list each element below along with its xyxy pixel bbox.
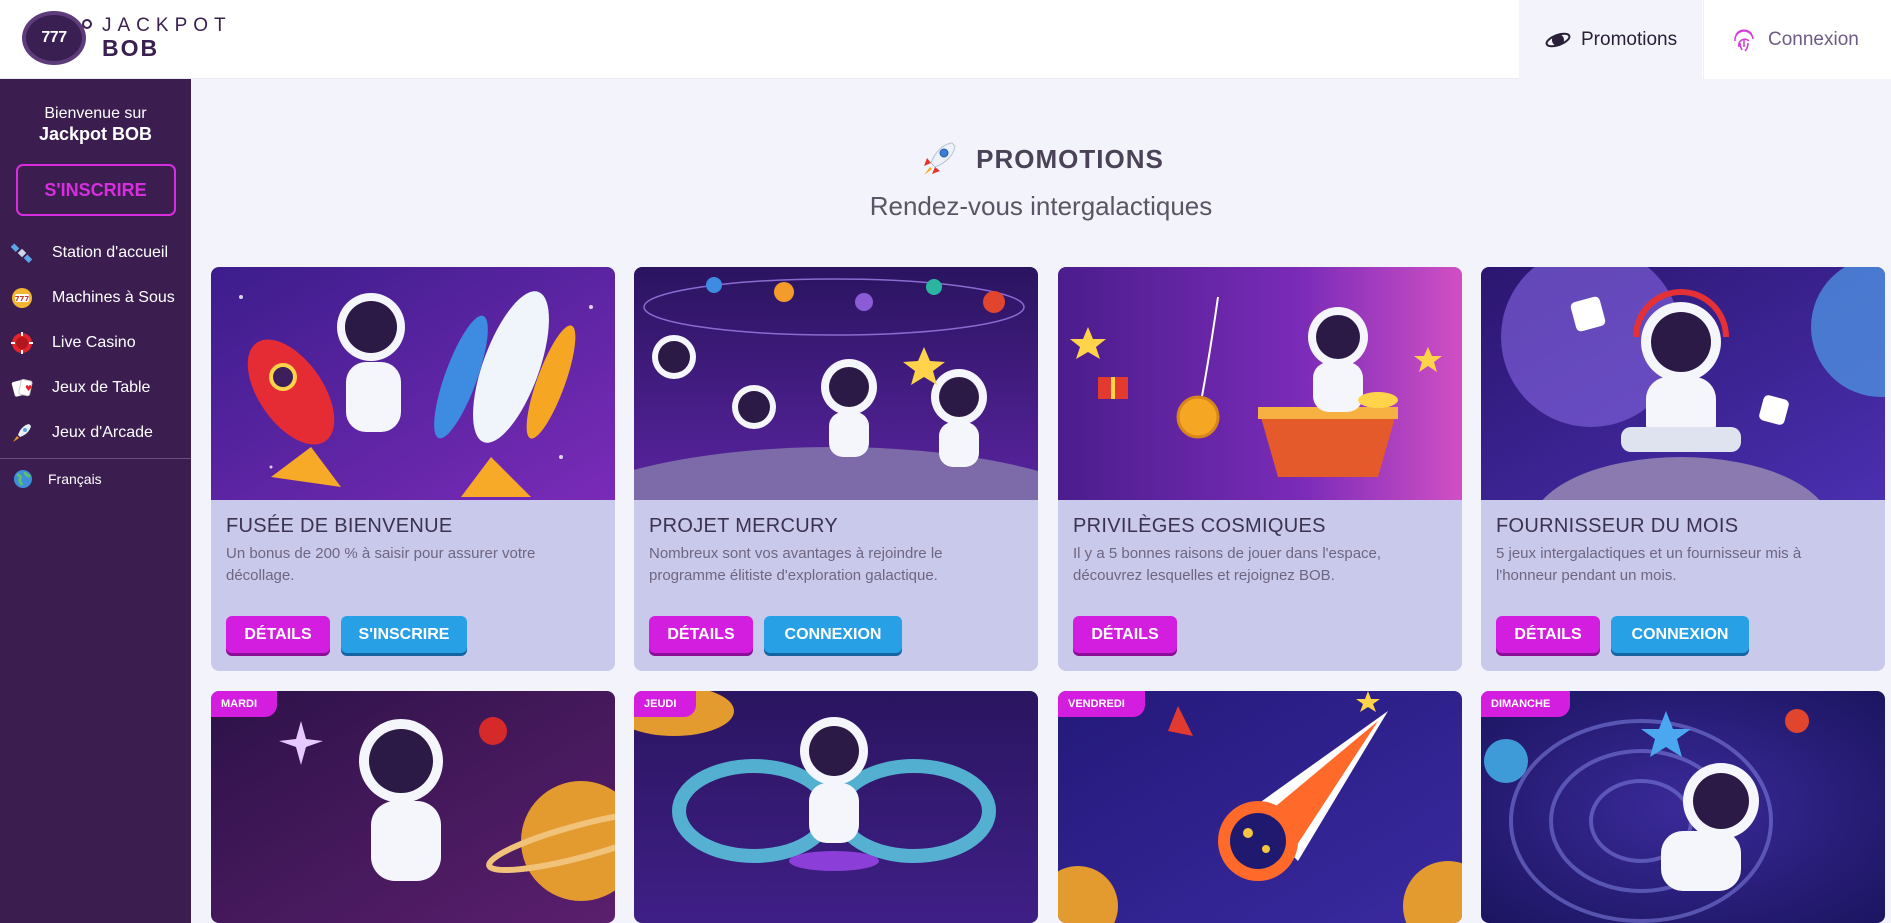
slot-machine-icon: 777 [10,286,34,310]
logo-badge-text: 777 [41,29,67,46]
promo-title: PRIVILÈGES COSMIQUES [1073,515,1326,537]
nav-login-label: Connexion [1768,28,1859,50]
language-selector[interactable]: Français [0,459,191,499]
page-title-text: PROMOTIONS [976,143,1164,174]
logo-bottom-text: BOB [102,35,160,61]
welcome-block: Bienvenue sur Jackpot BOB [0,79,191,144]
sidebar-item-slots[interactable]: 777 Machines à Sous [0,275,191,320]
promo-image-provider-of-month [1481,267,1885,500]
promo-card-thursday[interactable]: JEUDI [634,691,1038,923]
login-button[interactable]: CONNEXION [764,616,902,653]
login-button[interactable]: CONNEXION [1611,616,1749,653]
promo-image-project-mercury [634,267,1038,500]
nav-promotions-button[interactable]: Promotions [1519,0,1702,79]
sidebar-item-table-games[interactable]: ♥ Jeux de Table [0,365,191,410]
svg-text:777: 777 [15,295,30,303]
promo-image-sunday [1481,691,1885,923]
day-badge: VENDREDI [1058,691,1145,717]
logo-top-text: JACKPOT [102,15,232,36]
promo-title: FOURNISSEUR DU MOIS [1496,515,1739,537]
page-subtitle: Rendez-vous intergalactiques [869,191,1213,221]
globe-icon [12,468,34,490]
jackpot-bob-logo[interactable]: 777 JACKPOT BOB [22,10,232,66]
sidebar-item-station[interactable]: Station d'accueil [0,230,191,275]
promo-card-sunday[interactable]: DIMANCHE [1481,691,1885,923]
satellite-icon [10,241,34,265]
nav-login-button[interactable]: Connexion [1703,0,1891,79]
casino-chip-icon [10,331,34,355]
language-label: Français [48,471,102,487]
sidebar-item-label: Jeux de Table [52,378,151,396]
promo-card-provider-of-month: FOURNISSEUR DU MOIS 5 jeux intergalactiq… [1481,267,1885,671]
sidebar-item-label: Live Casino [52,333,136,351]
details-button[interactable]: DÉTAILS [1496,616,1600,653]
rocket-icon [10,421,34,445]
logo-wordmark: JACKPOT BOB [102,16,232,60]
promo-card-tuesday[interactable]: MARDI [211,691,615,923]
promo-image-tuesday [211,691,615,923]
day-badge: DIMANCHE [1481,691,1571,717]
welcome-line: Bienvenue sur [44,105,147,122]
sidebar-item-label: Station d'accueil [52,243,169,261]
sidebar-menu: Station d'accueil 777 Machines à Sous Li… [0,230,191,459]
promotions-header: PROMOTIONS Rendez-vous intergalactiques [191,79,1891,267]
promo-card-welcome-rocket: FUSÉE DE BIENVENUE Un bonus de 200 % à s… [211,267,615,671]
details-button[interactable]: DÉTAILS [226,616,330,653]
details-button[interactable]: DÉTAILS [1073,616,1177,653]
sidebar-item-arcade[interactable]: Jeux d'Arcade [0,410,191,455]
top-header: 777 JACKPOT BOB Promotions Connexion [0,0,1891,79]
fingerprint-icon [1730,26,1758,54]
day-badge: JEUDI [634,691,697,717]
welcome-brand: Jackpot BOB [38,124,153,144]
promo-card-friday[interactable]: VENDREDI [1058,691,1462,923]
playing-cards-icon: ♥ [10,376,34,400]
sidebar: Bienvenue sur Jackpot BOB S'INSCRIRE Sta… [0,79,191,923]
promo-description: 5 jeux intergalactiques et un fournisseu… [1496,545,1802,584]
sidebar-signup-button[interactable]: S'INSCRIRE [15,164,176,216]
sidebar-item-label: Machines à Sous [52,288,175,306]
promo-image-friday [1058,691,1462,923]
planet-icon [1545,26,1571,54]
nav-promotions-label: Promotions [1581,28,1678,50]
page-title: PROMOTIONS [191,139,1891,179]
promo-image-welcome-rocket [211,267,615,500]
promo-title: PROJET MERCURY [649,515,839,537]
promo-description: Il y a 5 bonnes raisons de jouer dans l'… [1073,545,1382,584]
sidebar-item-live-casino[interactable]: Live Casino [0,320,191,365]
promo-image-cosmic-privileges [1058,267,1462,500]
promo-card-cosmic-privileges: PRIVILÈGES COSMIQUES Il y a 5 bonnes rai… [1058,267,1462,671]
sidebar-item-label: Jeux d'Arcade [52,423,153,441]
day-badge: MARDI [211,691,278,717]
promo-title: FUSÉE DE BIENVENUE [226,515,453,537]
promo-image-thursday [634,691,1038,923]
svg-text:♥: ♥ [25,384,32,393]
rocket-icon [918,139,958,179]
details-button[interactable]: DÉTAILS [649,616,753,653]
promo-description: Nombreux sont vos avantages à rejoindre … [649,545,943,584]
signup-button[interactable]: S'INSCRIRE [341,616,467,653]
promo-description: Un bonus de 200 % à saisir pour assurer … [226,545,536,584]
promo-card-project-mercury: PROJET MERCURY Nombreux sont vos avantag… [634,267,1038,671]
logo-emblem: 777 [22,11,92,65]
